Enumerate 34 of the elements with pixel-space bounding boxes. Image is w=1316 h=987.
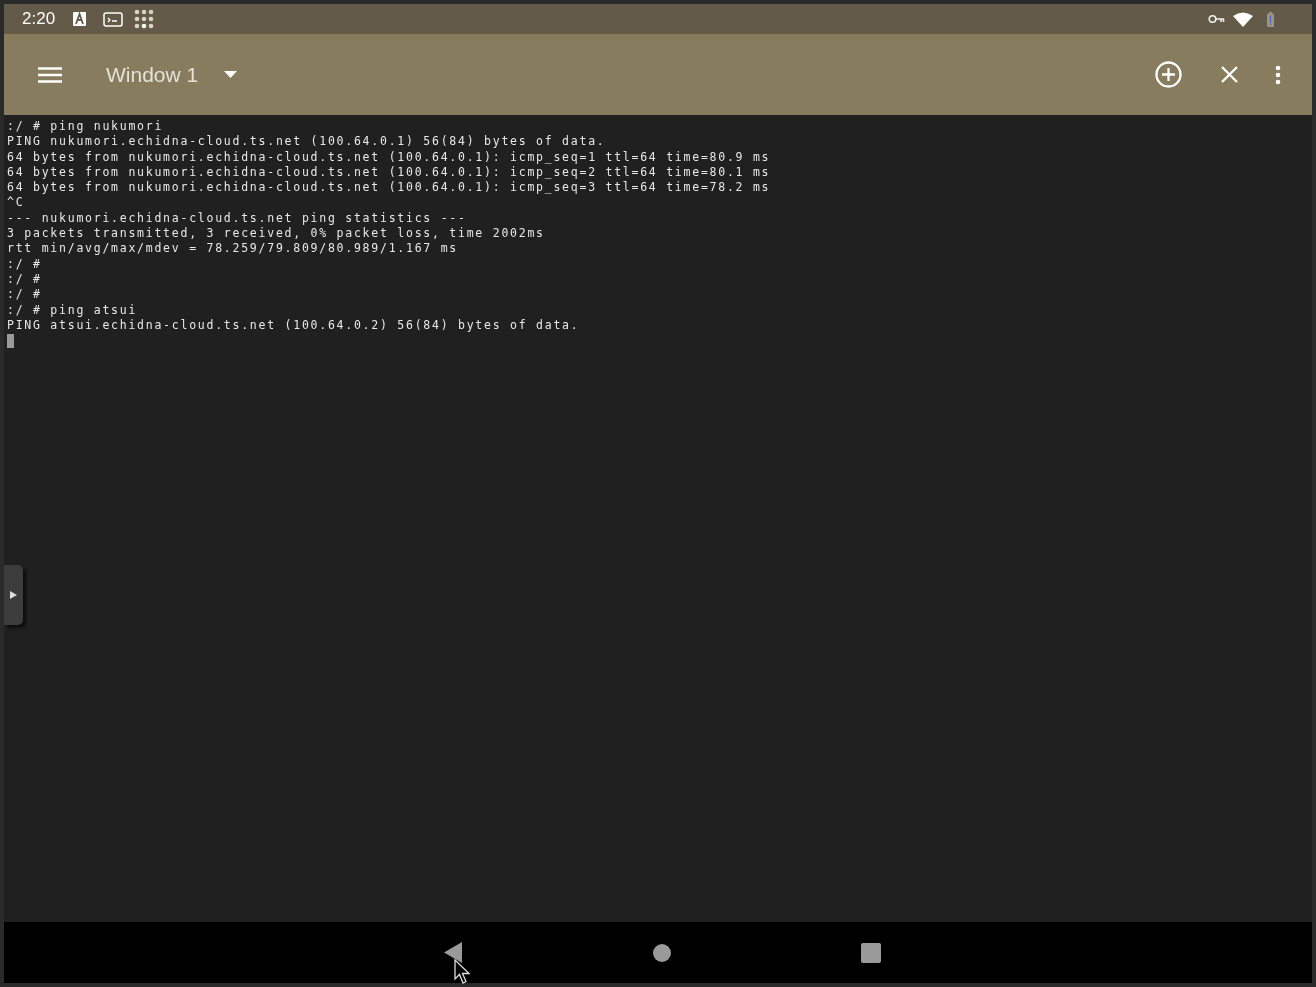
play-icon (10, 591, 17, 599)
terminal-app-icon (103, 11, 124, 27)
terminal-line: ^C (7, 195, 25, 211)
clock: 2:20 (22, 8, 56, 31)
back-icon[interactable] (443, 942, 463, 963)
terminal-line: 3 packets transmitted, 3 received, 0% packet loss, time 2002ms (7, 226, 545, 242)
dots-grid-icon (134, 9, 155, 29)
terminal-line: 64 bytes from nukumori.echidna-cloud.ts.net (100.64.0.1): icmp_seq=3 ttl=64 time=78.2 ms (7, 180, 771, 196)
terminal-line: :/ # (7, 271, 42, 288)
terminal-line: --- nukumori.echidna-cloud.ts.net ping statistics --- (7, 210, 467, 227)
more-icon (1275, 64, 1281, 85)
terminal-line: PING nukumori.echidna-cloud.ts.net (100.64.0.1) 56(84) bytes of data. (7, 134, 606, 150)
side-drawer-handle[interactable] (4, 565, 23, 625)
terminal-line: 64 bytes from nukumori.echidna-cloud.ts.net (100.64.0.1): icmp_seq=2 ttl=64 time=80.1 ms (7, 164, 771, 181)
terminal-line: :/ # (7, 287, 42, 303)
caret-icon (224, 71, 238, 78)
terminal-line: :/ # ping atsui (7, 302, 138, 318)
recents-icon[interactable] (860, 942, 881, 963)
terminal-cursor (7, 334, 14, 349)
window-selector[interactable]: Window 1 (106, 58, 238, 91)
close-icon (1220, 66, 1238, 83)
home-icon[interactable] (652, 943, 671, 962)
terminal-line: rtt min/avg/max/mdev = 78.259/79.809/80.989/1.167 ms (7, 241, 459, 257)
terminal-line: 64 bytes from nukumori.echidna-cloud.ts.net (100.64.0.1): icmp_seq=1 ttl=64 time=80.9 ms (7, 149, 771, 165)
font-app-icon (73, 12, 87, 26)
terminal-line: :/ # ping nukumori (7, 119, 164, 135)
terminal-line: PING atsui.echidna-cloud.ts.net (100.64.0.2) 56(84) bytes of data. (7, 317, 580, 334)
plus-circle-icon (1154, 61, 1182, 88)
add-button[interactable] (1153, 59, 1183, 90)
vpn-key-icon (1208, 14, 1225, 24)
menu-icon (38, 66, 62, 83)
battery-icon (1267, 11, 1274, 27)
terminal-line: :/ # (7, 256, 42, 272)
wifi-icon (1233, 11, 1253, 27)
